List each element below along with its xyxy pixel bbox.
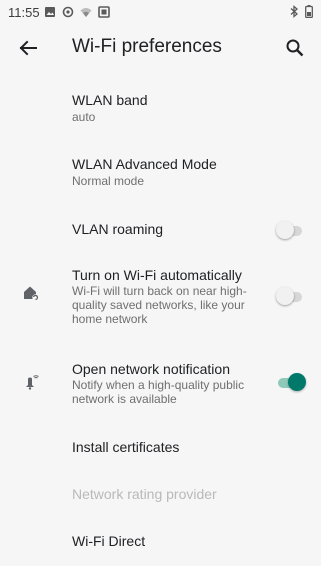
setting-subtitle: auto [72, 110, 96, 124]
setting-title: Turn on Wi-Fi automatically [72, 267, 242, 283]
setting-subtitle: Notify when a high-quality public networ… [72, 378, 245, 406]
status-left-icons [44, 6, 110, 18]
search-icon[interactable] [283, 36, 307, 60]
setting-wifi-auto[interactable]: Turn on Wi-Fi automatically Wi-Fi will t… [0, 258, 321, 336]
back-arrow-icon[interactable] [16, 36, 40, 60]
setting-subtitle: Wi-Fi will turn back on near high-qualit… [72, 284, 247, 326]
setting-title: Wi-Fi Direct [72, 533, 146, 549]
toggle-thumb [288, 373, 306, 391]
bluetooth-icon [290, 5, 298, 18]
app-bar: Wi-Fi preferences [0, 28, 321, 70]
vlan-roaming-toggle[interactable] [276, 220, 304, 240]
setting-open-network-notification[interactable]: Open network notification Notify when a … [0, 352, 321, 412]
setting-subtitle: Normal mode [72, 174, 145, 188]
status-time: 11:55 [8, 5, 40, 20]
wifi-icon [80, 8, 92, 17]
wifi-auto-toggle[interactable] [276, 286, 304, 306]
setting-install-certificates[interactable]: Install certificates [0, 428, 321, 468]
setting-title: VLAN roaming [72, 221, 164, 237]
page-title: Wi-Fi preferences [72, 36, 222, 57]
setting-title: Open network notification [72, 361, 230, 377]
vpn-icon [62, 6, 74, 18]
setting-wlan-band[interactable]: WLAN band auto [0, 82, 321, 132]
setting-wifi-direct[interactable]: Wi-Fi Direct [0, 522, 321, 562]
setting-title: WLAN Advanced Mode [72, 156, 217, 172]
open-network-toggle[interactable] [276, 372, 306, 392]
toggle-thumb [276, 287, 294, 305]
status-bar: 11:55 [0, 0, 321, 28]
setting-title: WLAN band [72, 92, 148, 108]
setting-title: Install certificates [72, 439, 180, 455]
wifi-notification-icon [26, 375, 39, 390]
wifi-home-icon [24, 286, 39, 301]
setting-network-rating-provider: Network rating provider [0, 475, 321, 515]
status-right-icons [289, 5, 313, 18]
setting-vlan-roaming[interactable]: VLAN roaming [0, 210, 321, 250]
setting-wlan-advanced-mode[interactable]: WLAN Advanced Mode Normal mode [0, 146, 321, 196]
screenshot-icon [98, 6, 110, 18]
toggle-thumb [276, 221, 294, 239]
battery-icon [305, 5, 313, 18]
setting-title: Network rating provider [72, 486, 217, 502]
gallery-icon [45, 7, 55, 17]
